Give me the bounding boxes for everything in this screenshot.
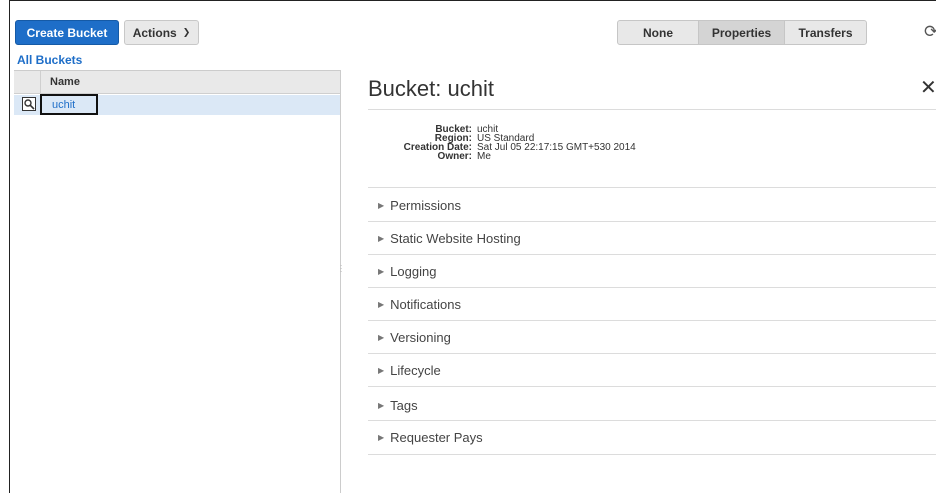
view-none-button[interactable]: None	[617, 20, 699, 45]
view-transfers-button[interactable]: Transfers	[784, 20, 867, 45]
chevron-down-icon: ❯	[182, 27, 191, 37]
caret-right-icon: ▶	[378, 333, 385, 342]
all-buckets-link[interactable]: All Buckets	[17, 53, 82, 67]
create-bucket-button[interactable]: Create Bucket	[15, 20, 119, 45]
caret-right-icon: ▶	[378, 234, 385, 243]
section-tags[interactable]: ▶ Tags	[368, 389, 936, 422]
divider	[368, 386, 936, 387]
section-notifications[interactable]: ▶ Notifications	[368, 288, 936, 321]
section-static-website-hosting[interactable]: ▶ Static Website Hosting	[368, 222, 936, 255]
section-permissions[interactable]: ▶ Permissions	[368, 189, 936, 222]
divider	[368, 109, 936, 110]
caret-right-icon: ▶	[378, 300, 385, 309]
section-requester-pays[interactable]: ▶ Requester Pays	[368, 421, 936, 454]
column-divider	[40, 71, 41, 93]
pane-splitter-handle[interactable]: ...	[340, 260, 342, 274]
bucket-list-pane	[14, 70, 341, 493]
divider	[368, 187, 936, 188]
caret-right-icon: ▶	[378, 201, 385, 210]
divider	[368, 454, 936, 455]
section-logging[interactable]: ▶ Logging	[368, 255, 936, 288]
section-lifecycle[interactable]: ▶ Lifecycle	[368, 354, 936, 387]
window-left-border	[9, 0, 10, 493]
close-icon[interactable]: ✕	[920, 76, 936, 100]
owner-value: Me	[477, 151, 491, 162]
details-title: Bucket: uchit	[368, 76, 494, 101]
caret-right-icon: ▶	[378, 366, 385, 375]
bucket-name-link[interactable]: uchit	[52, 99, 75, 111]
bucket-properties-icon[interactable]	[22, 97, 36, 111]
refresh-icon[interactable]: ⟳	[924, 22, 936, 42]
view-properties-button[interactable]: Properties	[698, 20, 785, 45]
caret-right-icon: ▶	[378, 401, 385, 410]
caret-right-icon: ▶	[378, 433, 385, 442]
caret-right-icon: ▶	[378, 267, 385, 276]
window-top-border	[9, 0, 936, 1]
actions-dropdown-button[interactable]: Actions ❯	[124, 20, 199, 45]
section-versioning[interactable]: ▶ Versioning	[368, 321, 936, 354]
actions-label: Actions	[132, 25, 177, 40]
property-key: Owner:	[437, 151, 472, 162]
creation-date-value: Sat Jul 05 22:17:15 GMT+530 2014	[477, 142, 636, 153]
name-column-header[interactable]: Name	[50, 76, 80, 88]
